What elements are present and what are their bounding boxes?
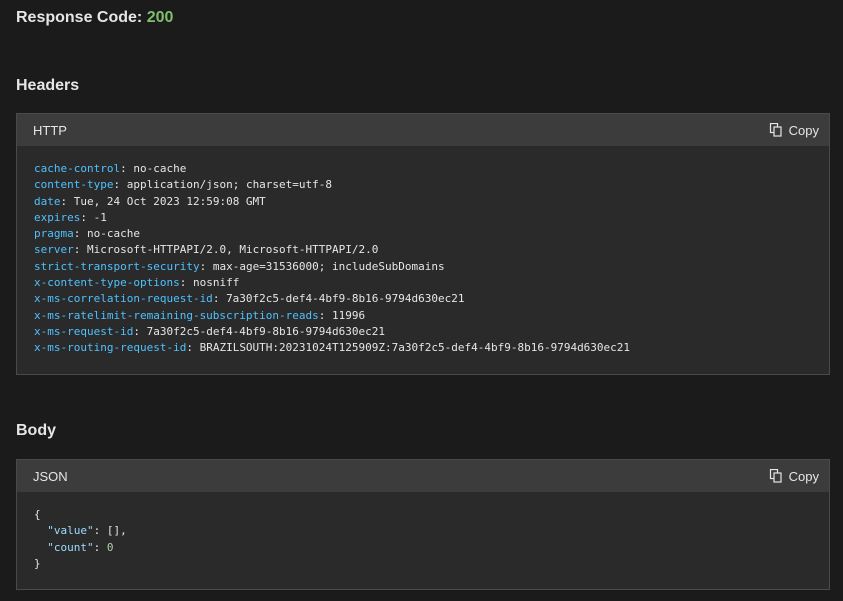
headers-copy-button[interactable]: Copy xyxy=(769,123,819,138)
header-value: BRAZILSOUTH:20231024T125909Z:7a30f2c5-de… xyxy=(199,341,631,355)
header-key: expires xyxy=(34,210,81,224)
headers-panel: HTTP Copy cache-control: no-cache content… xyxy=(16,113,830,375)
headers-language-label: HTTP xyxy=(33,122,67,138)
json-line: "count": 0 xyxy=(47,540,114,554)
body-copy-button[interactable]: Copy xyxy=(769,469,819,484)
json-value: [], xyxy=(106,524,127,538)
json-line: "value": [], xyxy=(47,524,127,538)
body-copy-label: Copy xyxy=(788,468,819,484)
header-line: x-ms-correlation-request-id: 7a30f2c5-de… xyxy=(34,292,465,306)
header-value: nosniff xyxy=(192,276,240,290)
header-line: x-content-type-options: nosniff xyxy=(34,276,240,290)
header-value: no-cache xyxy=(133,162,187,175)
header-line: cache-control: no-cache xyxy=(34,162,187,175)
json-key: "value" xyxy=(47,524,94,538)
json-brace-open: { xyxy=(34,508,41,521)
json-brace-close: } xyxy=(34,556,41,570)
header-line: date: Tue, 24 Oct 2023 12:59:08 GMT xyxy=(34,194,266,208)
header-line: content-type: application/json; charset=… xyxy=(34,178,333,192)
header-key: date xyxy=(34,194,61,208)
header-line: server: Microsoft-HTTPAPI/2.0, Microsoft… xyxy=(34,243,379,257)
body-language-label: JSON xyxy=(33,468,68,484)
header-key: strict-transport-security xyxy=(34,259,200,273)
copy-icon xyxy=(769,123,783,137)
body-code-block: { "value": [], "count": 0} xyxy=(17,492,829,587)
header-key: x-ms-correlation-request-id xyxy=(34,292,213,306)
json-line: } xyxy=(34,556,812,572)
body-title: Body xyxy=(16,422,56,439)
json-line: { xyxy=(34,507,812,523)
header-key: pragma xyxy=(34,227,74,241)
header-value: Microsoft-HTTPAPI/2.0, Microsoft-HTTPAPI… xyxy=(87,243,379,257)
header-line: x-ms-ratelimit-remaining-subscription-re… xyxy=(34,308,366,322)
json-value: 0 xyxy=(106,540,114,554)
body-panel-header: JSON Copy xyxy=(17,460,829,492)
header-value: Tue, 24 Oct 2023 12:59:08 GMT xyxy=(73,194,266,208)
header-key: cache-control xyxy=(34,162,121,175)
json-key: "count" xyxy=(47,540,94,554)
header-key: x-ms-request-id xyxy=(34,324,134,338)
header-line: x-ms-request-id: 7a30f2c5-def4-4bf9-8b16… xyxy=(34,324,386,338)
header-key: x-content-type-options xyxy=(34,276,180,290)
headers-panel-header: HTTP Copy xyxy=(17,114,829,146)
response-code: Response Code: 200 xyxy=(16,8,173,28)
header-value: 7a30f2c5-def4-4bf9-8b16-9794d630ec21 xyxy=(226,292,465,306)
response-code-value: 200 xyxy=(146,9,174,26)
header-line: pragma: no-cache xyxy=(34,227,140,241)
header-value: 7a30f2c5-def4-4bf9-8b16-9794d630ec21 xyxy=(146,324,386,338)
headers-title: Headers xyxy=(16,77,80,94)
response-view: Response Code: 200 Headers HTTP Copy cac… xyxy=(0,0,843,601)
copy-icon xyxy=(769,469,783,483)
header-key: content-type xyxy=(34,178,114,192)
response-code-label: Response Code: xyxy=(16,9,143,26)
header-line: strict-transport-security: max-age=31536… xyxy=(34,259,445,273)
headers-code-block: cache-control: no-cache content-type: app… xyxy=(17,146,829,372)
body-panel: JSON Copy { "value": [], "count": 0} xyxy=(16,459,830,590)
header-value: -1 xyxy=(93,210,107,224)
header-value: max-age=31536000; includeSubDomains xyxy=(212,259,445,273)
header-value: no-cache xyxy=(87,227,140,241)
header-key: x-ms-ratelimit-remaining-subscription-re… xyxy=(34,308,319,322)
header-key: server xyxy=(34,243,74,257)
header-key: x-ms-routing-request-id xyxy=(34,341,187,355)
header-line: x-ms-routing-request-id: BRAZILSOUTH:202… xyxy=(34,341,631,355)
header-value: application/json; charset=utf-8 xyxy=(126,178,333,192)
header-value: 11996 xyxy=(332,308,366,322)
header-line: expires: -1 xyxy=(34,210,107,224)
headers-copy-label: Copy xyxy=(788,122,819,138)
